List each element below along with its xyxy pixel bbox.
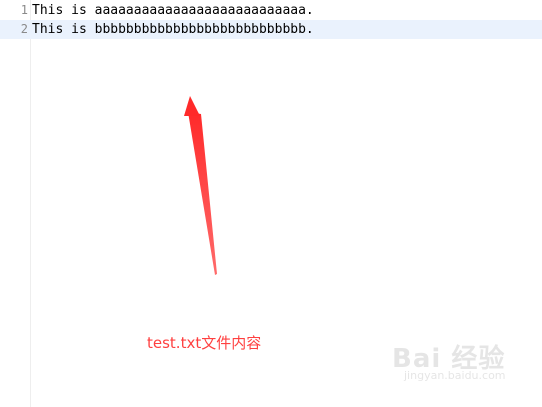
editor-line-2[interactable]: 2 This is bbbbbbbbbbbbbbbbbbbbbbbbbbb. [0,20,542,39]
line-number-gutter [0,0,31,407]
line-text[interactable]: This is bbbbbbbbbbbbbbbbbbbbbbbbbbb. [32,20,314,39]
annotation-caption: test.txt文件内容 [147,334,262,352]
line-text[interactable]: This is aaaaaaaaaaaaaaaaaaaaaaaaaaa. [32,1,314,20]
watermark-url: jingyan.baidu.com [404,369,506,382]
editor-line-1[interactable]: 1 This is aaaaaaaaaaaaaaaaaaaaaaaaaaa. [0,1,542,20]
line-number: 2 [20,22,28,36]
baidu-jingyan-watermark: Bai 经验 jingyan.baidu.com [382,338,532,390]
line-number: 1 [20,3,28,17]
